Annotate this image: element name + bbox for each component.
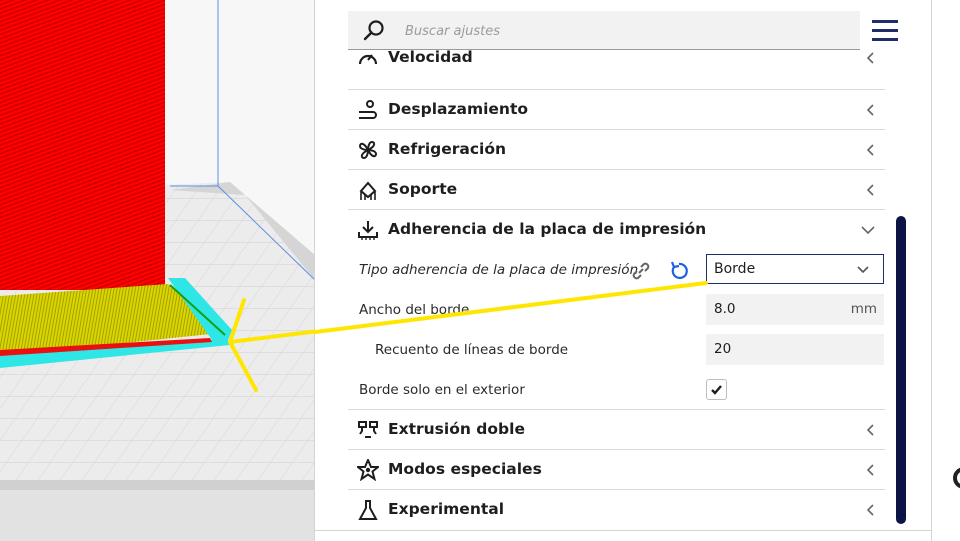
annotation-overlay [313,281,708,334]
app-window: Buscar ajustes Velocidad Desplazamiento … [0,0,960,541]
